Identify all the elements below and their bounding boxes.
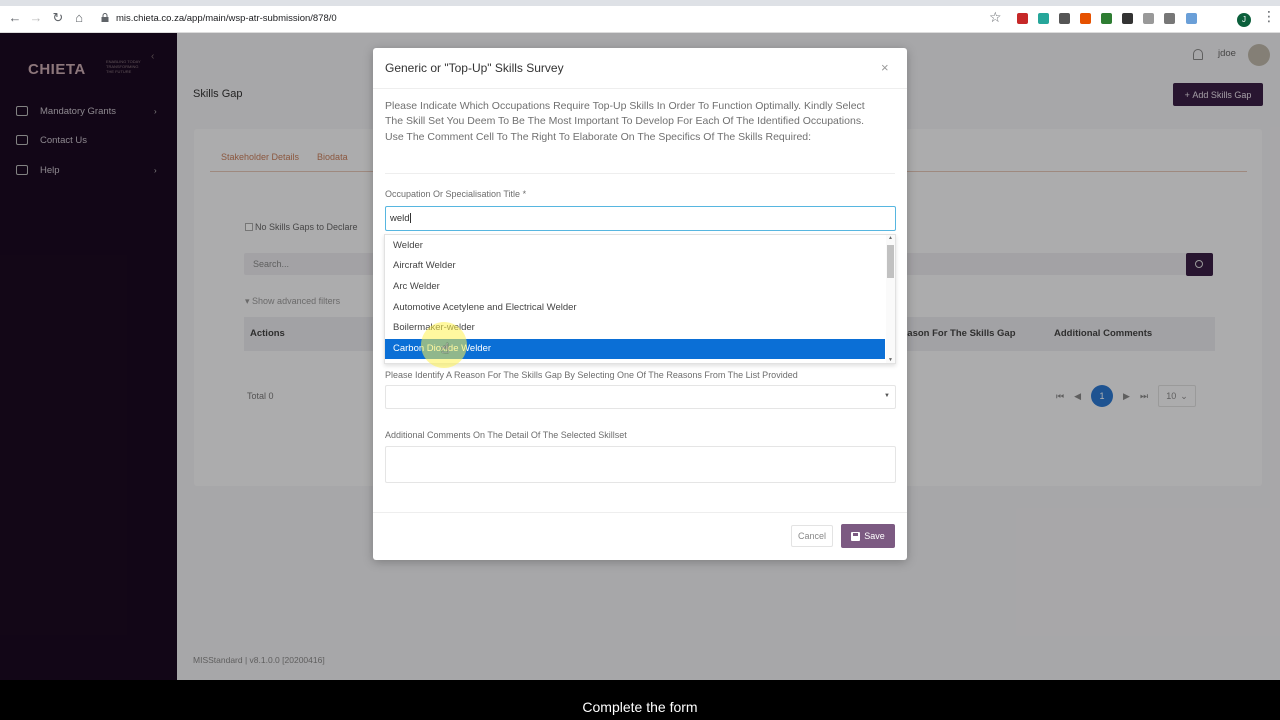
browser-menu-icon[interactable]: ⋮: [1262, 9, 1276, 23]
occupation-input-value: weld: [390, 213, 410, 224]
browser-toolbar: ← → ↻ ⌂ mis.chieta.co.za/app/main/wsp-at…: [0, 0, 1280, 33]
scroll-down-icon[interactable]: ▼: [888, 357, 893, 363]
forward-icon[interactable]: →: [29, 11, 43, 25]
reason-select[interactable]: ▼: [385, 385, 896, 409]
divider: [373, 512, 907, 513]
extension-icon[interactable]: [1143, 13, 1154, 24]
divider: [385, 173, 895, 174]
lock-icon: [101, 13, 109, 22]
dropdown-option[interactable]: Automotive Acetylene and Electrical Weld…: [385, 297, 885, 317]
extension-icon[interactable]: [1017, 13, 1028, 24]
extension-icon[interactable]: [1164, 13, 1175, 24]
scroll-up-icon[interactable]: ▲: [888, 235, 893, 241]
cancel-button[interactable]: Cancel: [791, 525, 833, 547]
bookmark-star-icon[interactable]: ☆: [989, 9, 1002, 26]
extension-icon[interactable]: [1101, 13, 1112, 24]
occupation-input[interactable]: weld: [385, 206, 896, 231]
hand-pointer-icon: ☝: [441, 340, 450, 356]
profile-avatar[interactable]: J: [1237, 13, 1251, 27]
reason-label: Please Identify A Reason For The Skills …: [385, 370, 798, 380]
save-label: Save: [864, 531, 885, 541]
save-button[interactable]: Save: [841, 524, 895, 548]
dropdown-option[interactable]: Welder: [385, 235, 885, 255]
caret-down-icon: ▼: [884, 393, 890, 399]
dropdown-option[interactable]: Arc Welder: [385, 276, 885, 296]
home-icon[interactable]: ⌂: [72, 11, 86, 25]
reload-icon[interactable]: ↻: [51, 11, 65, 25]
extension-icon[interactable]: [1080, 13, 1091, 24]
scrollbar-thumb[interactable]: [887, 245, 894, 278]
dropdown-scrollbar[interactable]: ▲ ▼: [886, 235, 895, 363]
occupation-label: Occupation Or Specialisation Title *: [385, 189, 527, 199]
comments-textarea[interactable]: [385, 446, 896, 483]
modal-description: Please Indicate Which Occupations Requir…: [385, 100, 865, 143]
extension-icon[interactable]: [1186, 13, 1197, 24]
tab-strip: [0, 0, 1280, 6]
save-disk-icon: [851, 531, 861, 541]
extension-icon[interactable]: [1038, 13, 1049, 24]
modal-title: Generic or "Top-Up" Skills Survey: [385, 61, 564, 75]
video-caption: Complete the form: [582, 699, 698, 715]
extension-icon[interactable]: [1059, 13, 1070, 24]
close-icon[interactable]: ×: [881, 61, 889, 75]
dropdown-option[interactable]: Aircraft Welder: [385, 256, 885, 276]
text-caret: [409, 213, 411, 224]
divider: [373, 88, 907, 89]
extension-icon[interactable]: [1122, 13, 1133, 24]
back-icon[interactable]: ←: [8, 11, 22, 25]
address-bar[interactable]: mis.chieta.co.za/app/main/wsp-atr-submis…: [116, 13, 337, 24]
comments-label: Additional Comments On The Detail Of The…: [385, 430, 627, 440]
